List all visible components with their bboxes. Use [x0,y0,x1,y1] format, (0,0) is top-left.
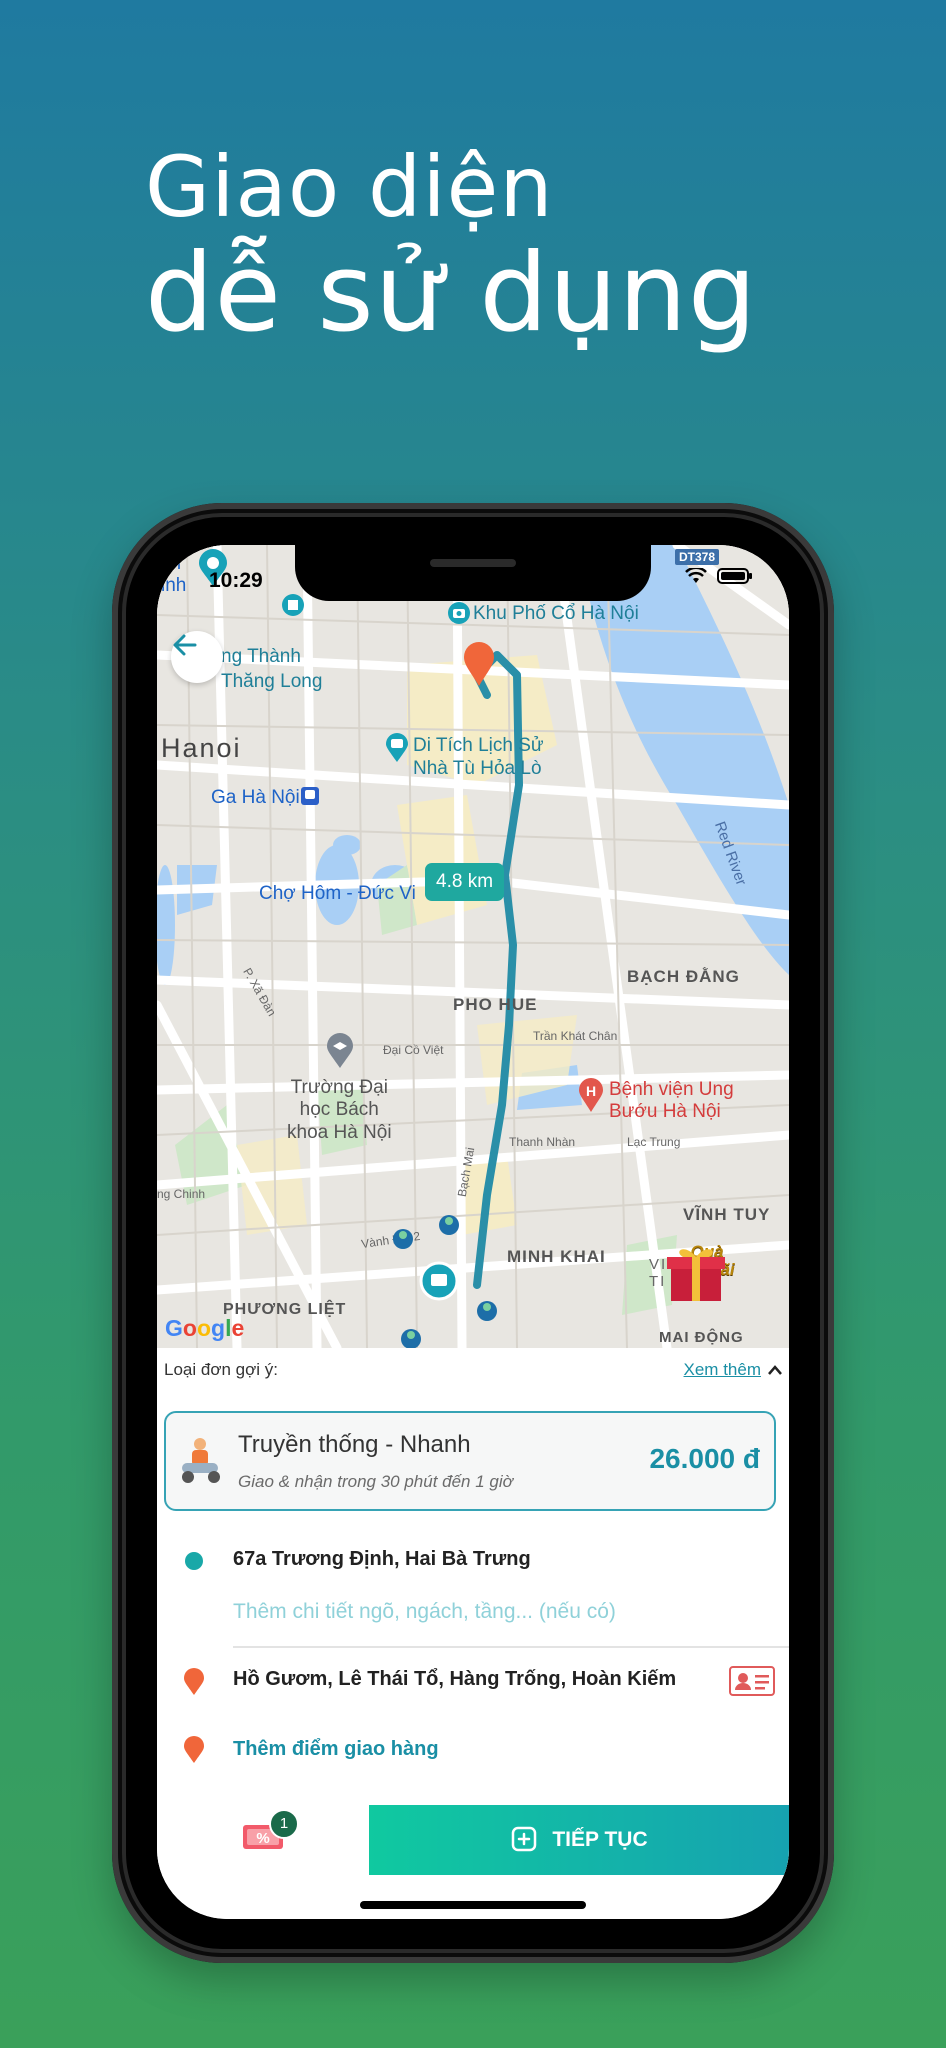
map-label-lac-trung: Lạc Trung [627,1135,681,1149]
distance-badge: 4.8 km [425,863,505,901]
map-label-corner: ch inh [161,553,187,596]
order-type-title: Truyền thống - Nhanh [238,1431,471,1458]
phone-screen: ch inh ng Thành Thăng Long Hanoi Khu Phố… [157,545,789,1919]
map-label-mai-dong: MAI ĐỘNG [659,1329,744,1346]
continue-label: TIẾP TỤC [552,1828,648,1851]
delivery-scooter-icon [182,1438,220,1483]
hospital-poi-icon[interactable]: H [577,1077,605,1113]
add-stop-label: Thêm điểm giao hàng [233,1738,439,1760]
driver-icon[interactable] [435,1211,463,1239]
map-label-di-tich: Di Tích Lịch Sử Nhà Tù Hỏa Lò [413,735,544,779]
pickup-address: 67a Trương Định, Hai Bà Trưng [233,1548,531,1570]
map-label-thanh-nhan: Thanh Nhàn [509,1135,576,1149]
voucher-button[interactable]: % 1 [241,1809,299,1858]
wifi-icon [685,568,707,583]
suggest-row: Loại đơn gợi ý: Xem thêm [164,1360,783,1380]
map-label-khu-pho-co: Khu Phố Cổ Hà Nội [473,603,639,624]
bottom-sheet: Loại đơn gợi ý: Xem thêm Truyền thống - … [157,1348,789,1919]
dropoff-address: Hồ Gươm, Lê Thái Tổ, Hàng Trống, Hoàn Ki… [233,1668,677,1690]
headline-line-2: dễ sử dụng [145,231,758,357]
phone-notch [295,545,651,601]
map-label-thang-long: ng Thành Thăng Long [221,646,323,692]
add-box-icon [512,1826,537,1852]
chevron-up-icon [768,1365,782,1375]
bottom-action-bar: % 1 TIẾP TỤC [157,1805,789,1875]
landmark-icon[interactable] [281,593,305,617]
map-label-bach-dang: BẠCH ĐẰNG [627,967,740,986]
pickup-detail-input[interactable]: Thêm chi tiết ngõ, ngách, tầng... (nếu c… [233,1600,616,1624]
train-station-icon[interactable] [301,787,319,805]
driver-icon[interactable] [473,1297,501,1325]
order-price: 26.000 đ [649,1443,760,1474]
svg-text:%: % [256,1830,269,1847]
camera-poi-icon[interactable] [385,733,409,763]
status-icons [685,567,753,585]
map-label-dai-co-viet: Đại Cồ Việt [383,1043,444,1057]
driver-icon[interactable] [389,1225,417,1253]
destination-pin-icon[interactable] [462,641,496,687]
voucher-count-badge: 1 [269,1809,299,1839]
map-view[interactable]: ch inh ng Thành Thăng Long Hanoi Khu Phố… [157,545,789,1348]
map-label-tran-khat-chan: Trần Khát Chân [533,1029,618,1043]
pickup-marker-icon[interactable] [419,1261,459,1301]
divider [233,1646,789,1648]
svg-text:H: H [586,1083,596,1099]
map-label-truong-dai-hoc: Trường Đại học Bách khoa Hà Nội [287,1077,392,1143]
google-logo: Google [165,1315,245,1341]
map-label-vinh-tuy: VĨNH TUY [683,1205,771,1224]
headline-line-1: Giao diện [145,138,554,236]
arrow-left-icon [173,634,197,656]
gift-promo[interactable]: Quà Ưu Đãi [665,1243,749,1301]
gift-box-icon [667,1249,725,1301]
headline: Giao diện dễ sử dụng [145,140,757,355]
dropoff-pin-icon [184,1668,204,1695]
order-type-card[interactable]: Truyền thống - Nhanh Giao & nhận trong 3… [164,1411,776,1511]
see-more-link[interactable]: Xem thêm [684,1360,783,1380]
status-time: 10:29 [209,569,263,592]
status-tag: DT378 [674,549,719,565]
contact-card-icon[interactable] [729,1666,775,1696]
map-label-benh-vien: Bệnh viện Ung Bướu Hà Nội [609,1079,734,1123]
pickup-dot-icon [185,1552,203,1570]
home-indicator [360,1901,586,1909]
see-more-label: Xem thêm [683,1360,761,1379]
battery-icon [717,568,752,584]
driver-icon[interactable] [397,1325,425,1348]
camera-poi-icon[interactable] [447,601,471,625]
map-label-ng-chinh: ng Chinh [157,1187,206,1201]
map-label-minh-khai: MINH KHAI [507,1247,606,1266]
school-poi-icon[interactable] [325,1033,355,1069]
phone-frame: ch inh ng Thành Thăng Long Hanoi Khu Phố… [112,503,834,1963]
map-label-pho-hue: PHO HUE [453,995,538,1014]
map-label-cho-hom: Chợ Hôm - Đức Vi [259,883,416,904]
back-button[interactable] [171,631,223,683]
suggest-label: Loại đơn gợi ý: [164,1360,278,1379]
continue-button[interactable]: TIẾP TỤC [369,1805,789,1875]
add-stop-pin-icon [184,1736,204,1763]
order-type-subtitle: Giao & nhận trong 30 phút đến 1 giờ [238,1472,513,1491]
map-label-hanoi: Hanoi [161,733,242,763]
map-label-ga-hanoi: Ga Hà Nội [211,787,300,808]
